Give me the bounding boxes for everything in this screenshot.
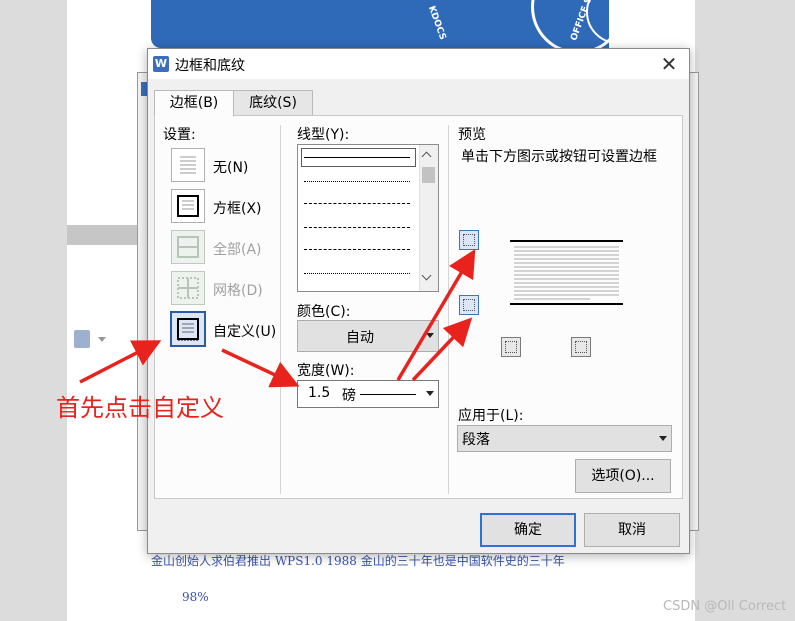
annotation-text: 首先点击自定义 xyxy=(56,394,224,422)
none-border-icon[interactable] xyxy=(171,148,205,182)
preview-area[interactable] xyxy=(510,239,623,307)
banner-text: KDOCS xyxy=(425,4,448,42)
document-zoom-text: 98% xyxy=(182,590,209,604)
tab-borders[interactable]: 边框(B) xyxy=(154,90,234,117)
right-border-button[interactable] xyxy=(571,337,591,357)
preview-label: 预览 xyxy=(458,127,486,143)
width-label: 宽度(W): xyxy=(297,363,355,379)
close-icon[interactable]: ✕ xyxy=(651,51,687,77)
line-style-dotted[interactable] xyxy=(304,181,410,182)
document-banner: KDOCS OFFICE S xyxy=(151,0,609,48)
dialog-title: 边框和底纹 xyxy=(175,58,245,74)
cancel-button[interactable]: 取消 xyxy=(584,513,680,547)
chevron-down-icon xyxy=(659,435,667,441)
bottom-border-button[interactable] xyxy=(459,295,479,315)
apply-select[interactable]: 段落 xyxy=(457,425,672,452)
options-button[interactable]: 选项(O)... xyxy=(575,459,671,493)
setting-custom-label[interactable]: 自定义(U) xyxy=(213,321,276,341)
all-border-icon xyxy=(171,230,205,264)
line-style-dash-dot-dot[interactable] xyxy=(304,273,410,274)
borders-shading-dialog: W 边框和底纹 ✕ 边框(B) 底纹(S) 设置: 无(N) 方框(X) 全部(… xyxy=(147,48,690,554)
top-border-button[interactable] xyxy=(459,230,479,250)
left-border-button[interactable] xyxy=(501,337,521,357)
line-style-scrollbar[interactable] xyxy=(419,145,438,291)
scroll-up-icon[interactable] xyxy=(421,151,432,162)
line-style-list[interactable] xyxy=(297,144,439,292)
wps-app-icon: W xyxy=(153,56,169,72)
ok-button[interactable]: 确定 xyxy=(480,513,576,547)
line-style-solid[interactable] xyxy=(304,157,410,158)
dialog-titlebar: W 边框和底纹 ✕ xyxy=(148,49,689,79)
apply-label: 应用于(L): xyxy=(458,408,524,424)
chevron-down-icon xyxy=(426,391,434,396)
scroll-thumb[interactable] xyxy=(422,167,435,183)
document-text-line: 金山创始人求伯君推出 WPS1.0 1988 金山的三十年也是中国软件史的三十年 xyxy=(151,554,565,568)
width-sample-line xyxy=(360,394,416,395)
column-divider-1 xyxy=(280,125,281,494)
apply-select-value: 段落 xyxy=(462,432,490,448)
tab-shading[interactable]: 底纹(S) xyxy=(233,90,313,116)
box-border-icon[interactable] xyxy=(171,189,205,223)
column-divider-2 xyxy=(448,125,449,494)
width-select-value: 1.5 xyxy=(308,385,331,401)
watermark: CSDN @Oll Correct xyxy=(663,599,787,614)
document-side-icon[interactable] xyxy=(74,330,90,348)
line-style-dashed[interactable] xyxy=(304,227,410,228)
chevron-down-icon[interactable] xyxy=(98,337,106,342)
chevron-down-icon xyxy=(426,333,434,338)
width-select-unit: 磅 xyxy=(342,388,356,404)
grid-border-icon xyxy=(171,271,205,305)
color-label: 颜色(C): xyxy=(297,304,351,320)
scroll-down-icon[interactable] xyxy=(421,270,432,281)
color-select-value: 自动 xyxy=(346,330,374,346)
width-select[interactable]: 1.5 磅 xyxy=(297,380,439,408)
line-style-label: 线型(Y): xyxy=(297,127,350,143)
setting-box-label[interactable]: 方框(X) xyxy=(213,198,262,218)
preview-hint: 单击下方图示或按钮可设置边框 xyxy=(461,149,657,165)
settings-label: 设置: xyxy=(163,127,196,143)
setting-none-label[interactable]: 无(N) xyxy=(213,157,248,177)
setting-all-label: 全部(A) xyxy=(213,242,262,258)
setting-grid-label: 网格(D) xyxy=(213,283,263,299)
line-style-dash-dot[interactable] xyxy=(304,249,410,250)
custom-border-icon[interactable] xyxy=(170,311,206,347)
line-style-dashed-small[interactable] xyxy=(304,203,410,204)
color-select[interactable]: 自动 xyxy=(297,320,439,352)
